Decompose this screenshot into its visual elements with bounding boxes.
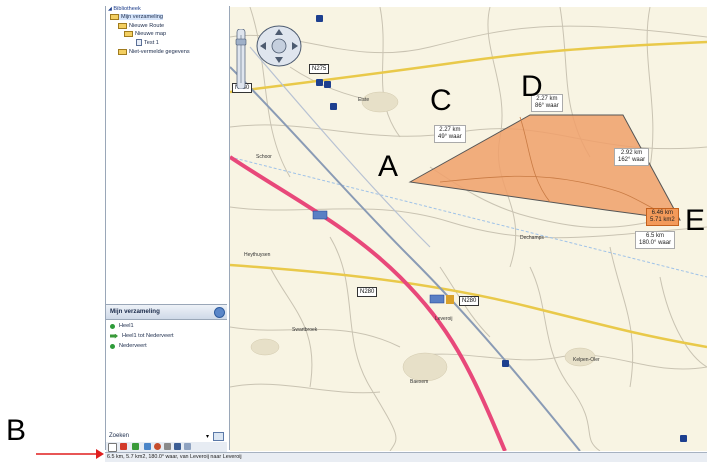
collection-item-nederveert[interactable]: Nederveert <box>110 343 147 349</box>
map-view[interactable]: N275 N280 N280 N280 Eiste Schoor Heythuy… <box>230 7 707 451</box>
road-shield-n275: N275 <box>309 64 330 74</box>
document-icon <box>136 39 142 46</box>
measurement-label-c: 2.27 km 49° waar <box>434 125 466 143</box>
search-label: Zoeken <box>109 433 130 439</box>
left-panel: ◢ Bibliotheek Mijn verzameling Nieuwe Ro… <box>105 6 230 452</box>
waypoint-icon[interactable] <box>120 443 127 450</box>
annotation-letter-c: C <box>430 84 452 117</box>
annotation-letter-a: A <box>378 150 399 183</box>
zoom-slider[interactable] <box>234 28 248 90</box>
track-icon[interactable] <box>144 443 151 450</box>
tree-item-mijn-verzameling[interactable]: Mijn verzameling <box>110 14 163 20</box>
place-label: Kelpen-Oler <box>573 357 600 363</box>
folder-icon <box>118 49 127 55</box>
annotation-arrow <box>36 449 104 459</box>
filter-button[interactable] <box>213 432 224 441</box>
place-label: Eiste <box>358 97 370 103</box>
library-title[interactable]: ◢ Bibliotheek <box>108 6 141 12</box>
annotation-letter-b: B <box>6 414 27 447</box>
place-label: Baexem <box>410 379 429 385</box>
tree-item-test-1[interactable]: Test 1 <box>136 39 159 46</box>
green-dot-icon <box>110 343 115 349</box>
photo-icon[interactable] <box>164 443 171 450</box>
collapse-triangle-icon[interactable]: ◢ <box>108 6 112 12</box>
folder-icon <box>124 31 133 37</box>
search-row: Zoeken ▾ <box>106 432 227 442</box>
road-shield-n280-mid: N280 <box>357 287 378 297</box>
view-icon[interactable] <box>108 443 117 452</box>
pan-control[interactable] <box>255 24 303 68</box>
route-icon[interactable] <box>132 443 139 450</box>
tree-item-nieuwe-route[interactable]: Nieuwe Route <box>118 23 164 29</box>
road-shield-n280-right: N280 <box>459 296 480 306</box>
collection-item-heel1[interactable]: Heel1 <box>110 323 134 329</box>
folder-icon <box>110 14 119 20</box>
status-text: 6.5 km, 5.7 km2, 180.0° waar, van Levero… <box>107 454 242 460</box>
collection-header: Mijn verzameling <box>106 304 227 320</box>
place-label: Leveroij <box>435 316 453 322</box>
measurement-label-total: 6.5 km 180.0° waar <box>635 231 676 249</box>
area-icon[interactable] <box>154 443 161 450</box>
collection-item-route[interactable]: Heel1 tot Nederveert <box>110 333 174 339</box>
collection-title: Mijn verzameling <box>110 308 160 315</box>
measurement-label-right: 2.92 km 162° waar <box>614 148 650 166</box>
measurement-label-area: 6.46 km 5.71 km2 <box>646 208 679 226</box>
more-icon[interactable] <box>184 443 191 450</box>
tree-item-nieuwe-map[interactable]: Nieuwe map <box>124 31 166 37</box>
map-canvas <box>230 7 707 451</box>
tree-item-niet-vermelde[interactable]: Niet-vermelde gegevens <box>118 49 190 55</box>
bottom-toolbar <box>106 442 227 452</box>
library-tree: ◢ Bibliotheek Mijn verzameling Nieuwe Ro… <box>106 6 227 302</box>
place-label: Heythuysen <box>244 252 271 258</box>
route-arrow-icon <box>110 333 118 339</box>
annotation-letter-e: E <box>685 204 706 237</box>
green-dot-icon <box>110 323 115 329</box>
place-label: Swartbroek <box>292 327 318 333</box>
collection-options-icon[interactable] <box>214 307 225 318</box>
save-icon[interactable] <box>174 443 181 450</box>
annotation-letter-d: D <box>521 70 543 103</box>
place-label: Dechamps <box>520 235 544 241</box>
folder-icon <box>118 23 127 29</box>
place-label: Schoor <box>256 154 272 160</box>
dropdown-chevron-icon[interactable]: ▾ <box>206 433 209 440</box>
